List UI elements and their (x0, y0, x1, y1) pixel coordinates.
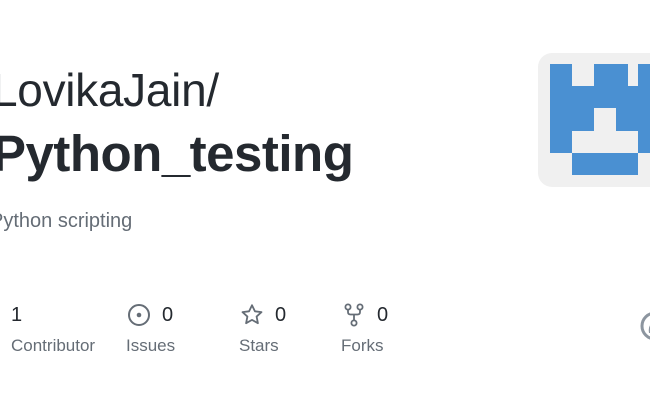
issue-opened-icon (126, 302, 152, 328)
forks-stat[interactable]: 0 Forks (341, 300, 388, 360)
stars-count: 0 (275, 304, 287, 326)
contributors-stat[interactable]: 1 Contributor (11, 300, 95, 360)
stars-stat[interactable]: 0 Stars (239, 300, 286, 360)
forks-label: Forks (341, 336, 384, 355)
forks-count: 0 (377, 304, 389, 326)
repo-social-card: LovikaJain/ Python_testing Python script… (0, 0, 650, 400)
repo-forked-icon (341, 302, 367, 328)
repo-name[interactable]: Python_testing (0, 124, 354, 184)
repo-owner[interactable]: LovikaJain/ (0, 62, 219, 118)
star-icon (239, 302, 265, 328)
stars-label: Stars (239, 336, 279, 355)
github-logo-icon (640, 311, 650, 341)
contributors-count: 1 (11, 304, 23, 326)
issues-label: Issues (126, 336, 176, 355)
contributors-label: Contributor (11, 336, 96, 355)
owner-avatar[interactable] (538, 53, 650, 187)
repo-description: Python scripting (0, 210, 133, 232)
issues-stat[interactable]: 0 Issues (126, 300, 175, 360)
identicon-image (550, 64, 650, 175)
issues-count: 0 (162, 304, 174, 326)
